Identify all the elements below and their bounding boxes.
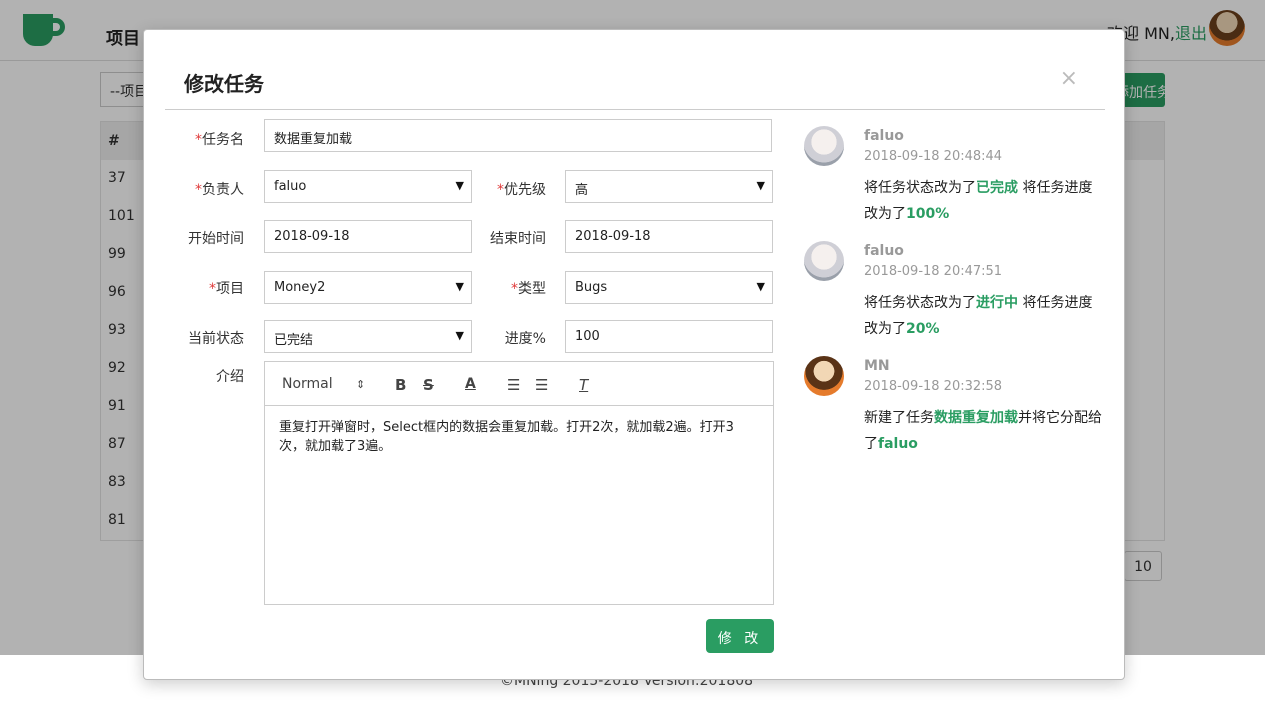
bold-icon[interactable]: B [395,376,406,394]
task-name-label: *任务名 [195,132,244,148]
project-select[interactable]: Money2 ▼ [264,271,472,304]
type-select[interactable]: Bugs ▼ [565,271,773,304]
rich-text-editor: Normal ⇕ B S A ☰ ☰ T 重复打开弹窗时，Select框内的数据… [264,361,774,605]
bullet-list-icon[interactable]: ☰ [535,376,548,394]
activity-user: faluo [864,243,904,259]
strike-icon[interactable]: S [423,376,434,394]
activity-time: 2018-09-18 20:48:44 [864,149,1003,164]
editor-toolbar: Normal ⇕ B S A ☰ ☰ T [265,362,773,406]
start-time-label: 开始时间 [188,231,244,247]
activity-text: 将任务状态改为了已完成 将任务进度改为了100% [864,180,1093,222]
priority-select[interactable]: 高 ▼ [565,170,773,203]
text-color-icon[interactable]: A [465,376,476,392]
progress-input[interactable]: 100 [565,320,773,353]
close-icon[interactable]: × [1060,68,1078,90]
status-select[interactable]: 已完结 ▼ [264,320,472,353]
end-time-input[interactable]: 2018-09-18 [565,220,773,253]
status-label: 当前状态 [188,331,244,347]
progress-label: 进度% [504,331,546,347]
avatar [804,356,844,396]
intro-label: 介绍 [216,369,244,385]
priority-label: *优先级 [497,182,546,198]
activity-text: 将任务状态改为了进行中 将任务进度改为了20% [864,295,1093,337]
caret-down-icon: ▼ [756,179,765,192]
assignee-label: *负责人 [195,182,244,198]
activity-time: 2018-09-18 20:32:58 [864,379,1003,394]
assignee-select[interactable]: faluo ▼ [264,170,472,203]
avatar [804,241,844,281]
modal-title: 修改任务 [184,72,264,96]
task-name-input[interactable]: 数据重复加载 [264,119,772,152]
type-label: *类型 [511,281,546,297]
activity-text: 新建了任务数据重复加载并将它分配给了faluo [864,410,1102,452]
caret-down-icon: ▼ [455,280,464,293]
end-time-label: 结束时间 [490,231,546,247]
caret-down-icon: ▼ [455,179,464,192]
submit-button[interactable]: 修 改 [706,619,774,653]
ordered-list-icon[interactable]: ☰ [507,376,520,394]
modal-divider [165,109,1105,110]
activity-user: MN [864,358,890,374]
avatar [804,126,844,166]
activity-time: 2018-09-18 20:47:51 [864,264,1003,279]
start-time-input[interactable]: 2018-09-18 [264,220,472,253]
edit-task-modal: 修改任务 × *任务名 数据重复加载 *负责人 faluo ▼ *优先级 高 ▼ 开… [143,29,1125,680]
format-select[interactable]: Normal [282,376,333,392]
project-label: *项目 [209,281,244,297]
caret-down-icon: ▼ [756,280,765,293]
activity-user: faluo [864,128,904,144]
clear-format-icon[interactable]: T [579,376,588,394]
format-select-arrows-icon[interactable]: ⇕ [356,378,365,391]
caret-down-icon: ▼ [455,329,464,342]
editor-content[interactable]: 重复打开弹窗时，Select框内的数据会重复加载。打开2次，就加载2遍。打开3次… [265,406,773,468]
